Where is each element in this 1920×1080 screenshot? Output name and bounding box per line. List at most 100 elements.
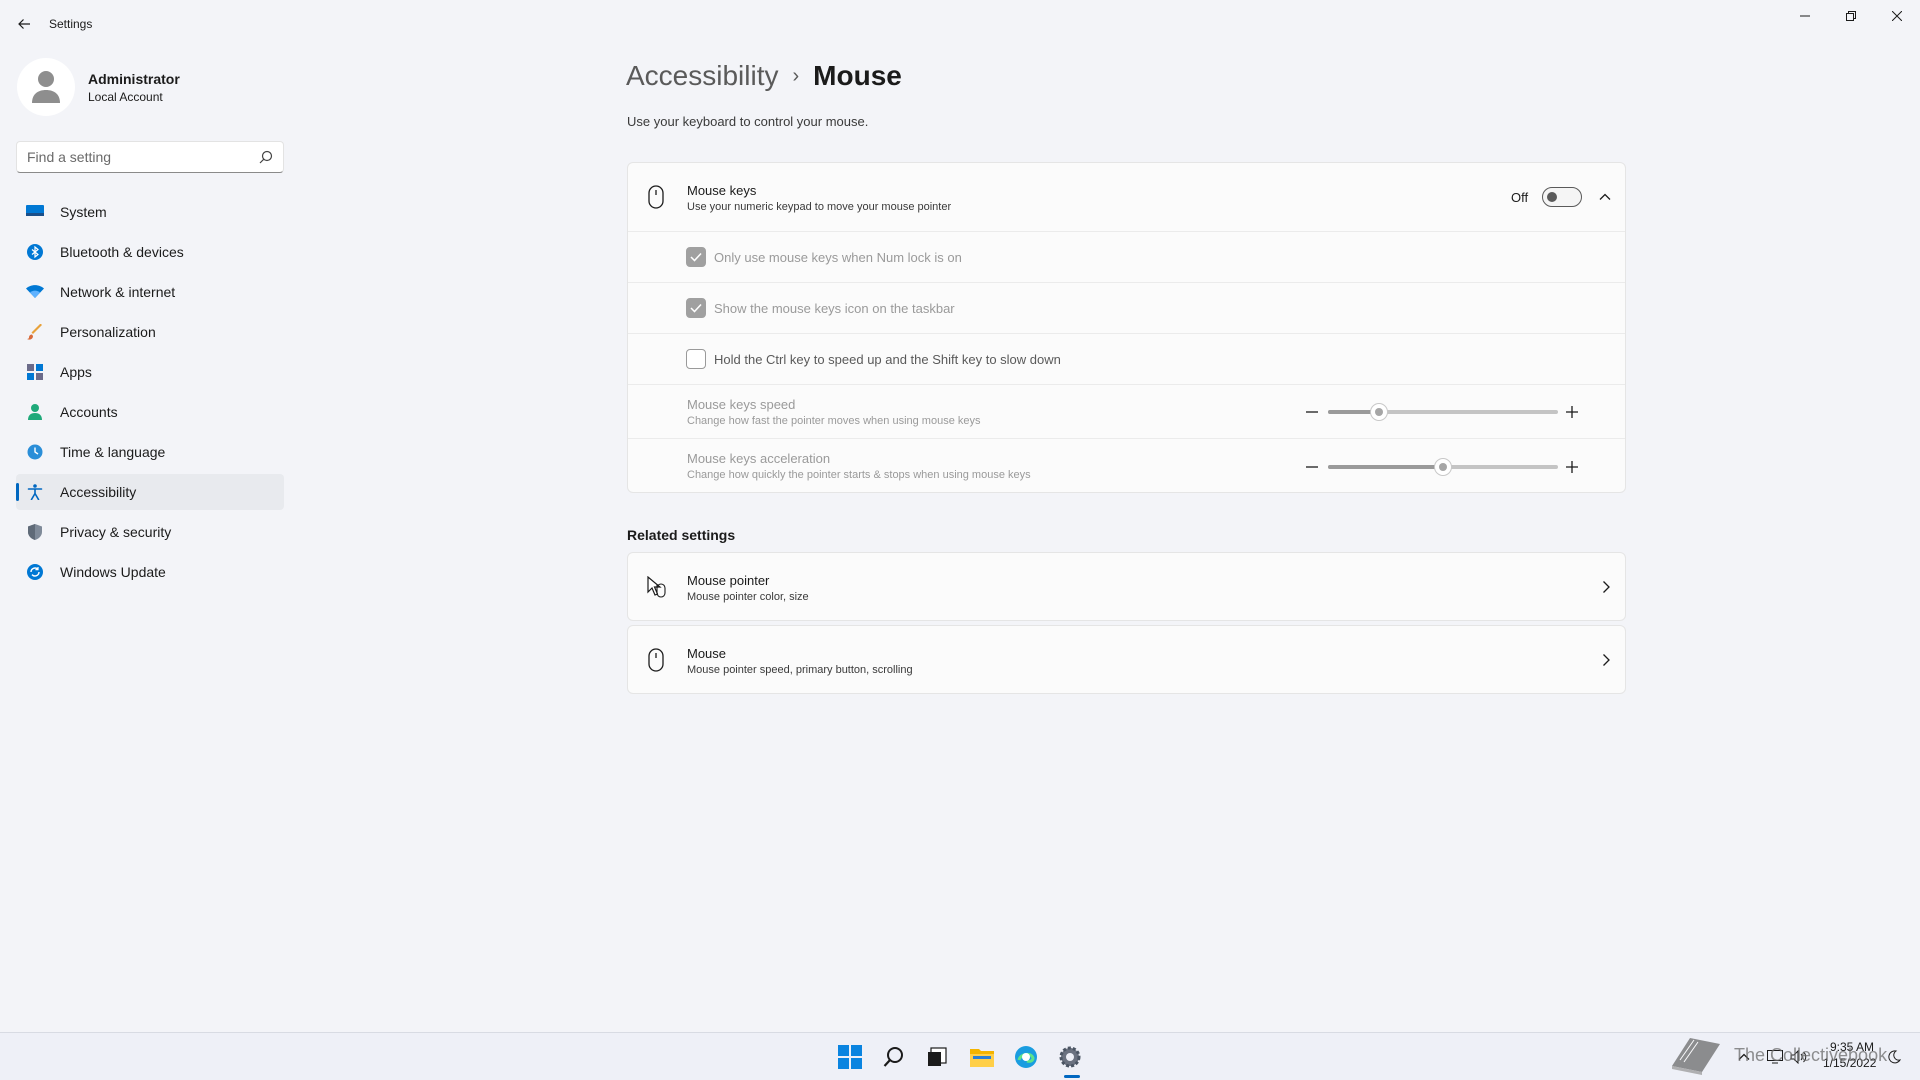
chevron-up-icon [1599,193,1611,200]
brush-icon [26,323,44,341]
sidebar-item-personalization[interactable]: Personalization [16,314,284,350]
sidebar-item-privacy-security[interactable]: Privacy & security [16,514,284,550]
back-arrow-icon [18,19,30,29]
chevron-right-icon [1603,581,1610,593]
settings-taskbar-button[interactable] [1056,1043,1084,1071]
page-title: Mouse [813,60,902,91]
sidebar-item-label: Personalization [60,324,156,340]
breadcrumb-parent-link[interactable]: Accessibility [626,60,778,92]
update-icon [26,563,44,581]
active-app-indicator [1064,1075,1080,1078]
option-taskbar-icon: Show the mouse keys icon on the taskbar [628,282,1625,333]
taskbar-icon-checkbox[interactable] [686,298,706,318]
user-avatar-icon [32,71,60,103]
sidebar-item-label: Privacy & security [60,524,172,540]
search-input[interactable] [17,142,267,172]
user-profile[interactable]: Administrator Local Account [17,58,277,118]
chevron-right-icon [1603,654,1610,666]
mouse-pointer-icon [647,576,666,598]
bluetooth-icon [26,243,44,261]
restore-button[interactable] [1828,0,1874,32]
mouse-keys-toggle[interactable] [1542,187,1582,207]
minus-icon [1306,466,1318,468]
mouse-title: Mouse [687,646,727,661]
minus-icon [1306,411,1318,413]
settings-window: Settings Administrator Local Account Sys… [0,0,1920,1032]
app-title: Settings [49,17,93,31]
acceleration-decrease-button[interactable] [1304,459,1320,475]
speed-slider[interactable] [1328,403,1558,421]
mouse-keys-card: Mouse keys Use your numeric keypad to mo… [627,162,1626,493]
sidebar-item-label: Accessibility [60,484,137,500]
speed-increase-button[interactable] [1564,404,1580,420]
mouse-keys-header[interactable]: Mouse keys Use your numeric keypad to mo… [628,163,1625,231]
profile-account-type: Local Account [88,90,163,104]
plus-icon [1566,461,1578,473]
sidebar-item-accounts[interactable]: Accounts [16,394,284,430]
acceleration-slider[interactable] [1328,458,1558,476]
numlock-checkbox[interactable] [686,247,706,267]
file-explorer-icon [970,1049,994,1067]
mouse-keys-subtitle: Use your numeric keypad to move your mou… [687,201,952,213]
start-icon [838,1045,862,1069]
sidebar-item-label: Network & internet [60,284,176,300]
mouse-pointer-subtitle: Mouse pointer color, size [687,591,809,603]
start-button[interactable] [836,1043,864,1071]
task-view-icon [928,1047,947,1066]
collapse-button[interactable] [1594,186,1616,208]
related-mouse-link[interactable]: Mouse Mouse pointer speed, primary butto… [627,625,1626,694]
speed-decrease-button[interactable] [1304,404,1320,420]
profile-name: Administrator [88,71,180,87]
speed-title: Mouse keys speed [687,397,796,412]
accessibility-icon [26,483,44,501]
acceleration-slider-fill [1328,465,1443,469]
plus-icon [1566,406,1578,418]
file-explorer-button[interactable] [968,1043,996,1071]
sidebar-item-bluetooth[interactable]: Bluetooth & devices [16,234,284,270]
back-button[interactable] [12,12,36,36]
close-icon [1892,11,1902,21]
acceleration-increase-button[interactable] [1564,459,1580,475]
ctrl-shift-checkbox[interactable] [686,349,706,369]
sidebar-item-accessibility[interactable]: Accessibility [16,474,284,510]
sidebar-nav: System Bluetooth & devices Network & int… [16,194,284,594]
sidebar-item-label: Windows Update [60,564,166,580]
globe-clock-icon [26,443,44,461]
monitor-icon [26,203,44,221]
sidebar-item-windows-update[interactable]: Windows Update [16,554,284,590]
avatar [17,58,75,116]
sidebar-item-network[interactable]: Network & internet [16,274,284,310]
watermark: The Collectivebook [1668,1030,1908,1078]
search-box [16,141,284,173]
mouse-keys-title: Mouse keys [687,183,757,198]
close-button[interactable] [1874,0,1920,32]
ctrl-shift-option-label: Hold the Ctrl key to speed up and the Sh… [714,352,1061,367]
wifi-icon [26,283,44,301]
related-settings-heading: Related settings [627,527,736,543]
task-view-button[interactable] [923,1043,951,1071]
mouse-icon [648,185,664,209]
sidebar-item-time-language[interactable]: Time & language [16,434,284,470]
mouse-icon [648,648,664,672]
sidebar-item-label: Time & language [60,444,166,460]
mouse-subtitle: Mouse pointer speed, primary button, scr… [687,664,913,676]
sidebar-item-system[interactable]: System [16,194,284,230]
minimize-button[interactable] [1782,0,1828,32]
edge-button[interactable] [1012,1043,1040,1071]
taskbar-search-button[interactable] [880,1043,908,1071]
checkmark-icon [690,252,702,262]
restore-icon [1846,11,1856,21]
watermark-text: The Collectivebook [1734,1045,1888,1065]
breadcrumb: Accessibility › Mouse [626,56,902,96]
related-mouse-pointer-link[interactable]: Mouse pointer Mouse pointer color, size [627,552,1626,621]
settings-icon [1059,1046,1081,1068]
minimize-icon [1800,15,1810,17]
checkmark-icon [690,303,702,313]
sidebar-item-label: Apps [60,364,92,380]
acceleration-slider-thumb[interactable] [1434,458,1452,476]
search-icon[interactable] [259,150,273,164]
sidebar-item-label: System [60,204,107,220]
sidebar-item-apps[interactable]: Apps [16,354,284,390]
speed-slider-thumb[interactable] [1369,403,1388,421]
page-description: Use your keyboard to control your mouse. [627,114,869,129]
